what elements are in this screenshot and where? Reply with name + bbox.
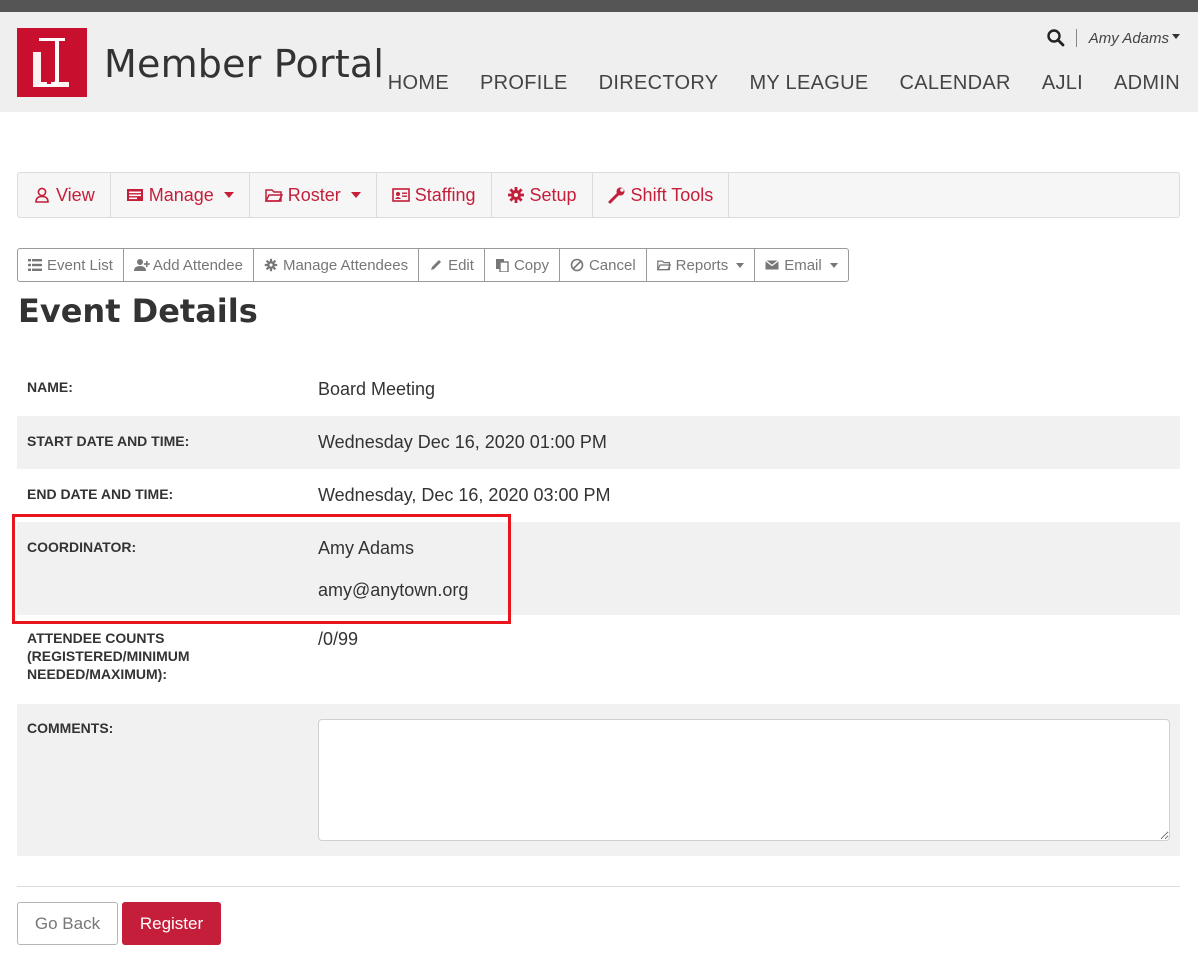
page-title: Event Details [18,292,258,330]
detail-row-name: NAME: Board Meeting [17,362,1180,416]
gear-icon [264,258,278,272]
coordinator-label: COORDINATOR: [27,539,137,555]
staffing-label: Staffing [414,184,476,205]
user-plus-icon [133,258,150,272]
nav-admin[interactable]: ADMIN [1114,72,1180,95]
detail-row-start: START DATE AND TIME: Wednesday Dec 16, 2… [17,416,1180,469]
manage-label: Manage [148,184,214,205]
main-nav: HOME PROFILE DIRECTORY MY LEAGUE CALENDA… [357,72,1180,95]
event-list-label: Event List [47,256,113,274]
nav-my-league[interactable]: MY LEAGUE [749,72,868,95]
edit-label: Edit [448,256,474,274]
detail-row-end: END DATE AND TIME: Wednesday, Dec 16, 20… [17,469,1180,522]
search-icon[interactable] [1046,28,1066,48]
comments-value [318,704,1170,856]
chevron-down-icon [829,262,838,268]
event-toolbar: View Manage Roster Staffing Setup Shift … [17,172,1180,218]
user-icon [33,186,51,204]
detail-row-comments: COMMENTS: [17,704,1180,856]
actions-divider [17,886,1180,887]
name-value: Board Meeting [318,379,436,399]
utility-bar: Amy Adams [1046,28,1180,48]
event-list-button[interactable]: Event List [17,248,124,282]
jl-logo-icon [17,28,87,97]
cancel-label: Cancel [588,256,636,274]
setup-label: Setup [529,184,577,205]
chevron-down-icon [1172,34,1180,40]
nav-ajli[interactable]: AJLI [1042,72,1083,95]
register-button[interactable]: Register [122,902,221,945]
shift-tools-button[interactable]: Shift Tools [593,173,730,217]
brand-title[interactable]: Member Portal [104,42,384,86]
ban-icon [570,258,584,272]
copy-label: Copy [513,256,549,274]
counts-value: /0/99 [318,629,359,649]
start-value: Wednesday Dec 16, 2020 01:00 PM [318,432,607,452]
start-label: START DATE AND TIME: [27,433,190,449]
folder-icon [264,186,283,204]
reports-label: Reports [675,256,729,274]
top-strip [0,0,1198,12]
shift-tools-label: Shift Tools [630,184,714,205]
view-label: View [56,184,95,205]
detail-row-counts: ATTENDEE COUNTS (REGISTERED/MINIMUM NEED… [17,615,1180,704]
manage-attendees-label: Manage Attendees [282,256,409,274]
chevron-down-icon [736,262,745,268]
address-card-icon [391,186,410,204]
manage-attendees-button[interactable]: Manage Attendees [252,248,420,282]
end-label: END DATE AND TIME: [27,486,174,502]
user-menu[interactable]: Amy Adams [1089,30,1180,47]
email-dropdown[interactable]: Email [754,248,849,282]
reports-dropdown[interactable]: Reports [645,248,756,282]
roster-dropdown[interactable]: Roster [250,173,377,217]
end-value: Wednesday, Dec 16, 2020 03:00 PM [318,485,611,505]
coordinator-name: Amy Adams [318,538,415,558]
nav-profile[interactable]: PROFILE [480,72,568,95]
chevron-down-icon [223,192,234,198]
list-icon [28,258,42,272]
add-attendee-label: Add Attendee [152,256,243,274]
copy-icon [495,258,509,273]
id-card-icon [126,186,144,204]
event-details-table: NAME: Board Meeting START DATE AND TIME:… [17,362,1180,856]
cancel-event-button[interactable]: Cancel [558,248,647,282]
add-attendee-button[interactable]: Add Attendee [122,248,254,282]
comments-label: COMMENTS: [27,720,114,736]
name-label: NAME: [27,379,73,395]
jl-logo[interactable] [17,28,87,97]
user-name: Amy Adams [1088,29,1169,47]
manage-dropdown[interactable]: Manage [111,173,250,217]
coordinator-email[interactable]: amy@anytown.org [318,580,1170,601]
go-back-button[interactable]: Go Back [17,902,118,945]
email-label: Email [784,256,822,274]
nav-directory[interactable]: DIRECTORY [599,72,719,95]
site-header: Member Portal Amy Adams HOME PROFILE DIR… [0,12,1198,112]
roster-label: Roster [287,184,341,205]
coordinator-value: Amy Adams amy@anytown.org [318,522,1170,615]
staffing-button[interactable]: Staffing [377,173,492,217]
setup-button[interactable]: Setup [492,173,593,217]
wrench-icon [608,186,626,204]
envelope-icon [765,258,780,272]
comments-textarea[interactable] [318,719,1170,841]
nav-calendar[interactable]: CALENDAR [899,72,1010,95]
chevron-down-icon [350,192,361,198]
nav-home[interactable]: HOME [388,72,449,95]
event-action-toolbar: Event List Add Attendee Manage Attendees… [17,248,849,282]
edit-button[interactable]: Edit [418,248,485,282]
view-button[interactable]: View [18,173,111,217]
counts-label: ATTENDEE COUNTS (REGISTERED/MINIMUM NEED… [27,630,190,682]
utility-divider [1075,29,1077,47]
pencil-icon [429,258,443,272]
folder-icon [656,258,671,272]
copy-button[interactable]: Copy [483,248,560,282]
gear-icon [507,186,525,204]
detail-row-coordinator: COORDINATOR: Amy Adams amy@anytown.org [17,522,1180,615]
